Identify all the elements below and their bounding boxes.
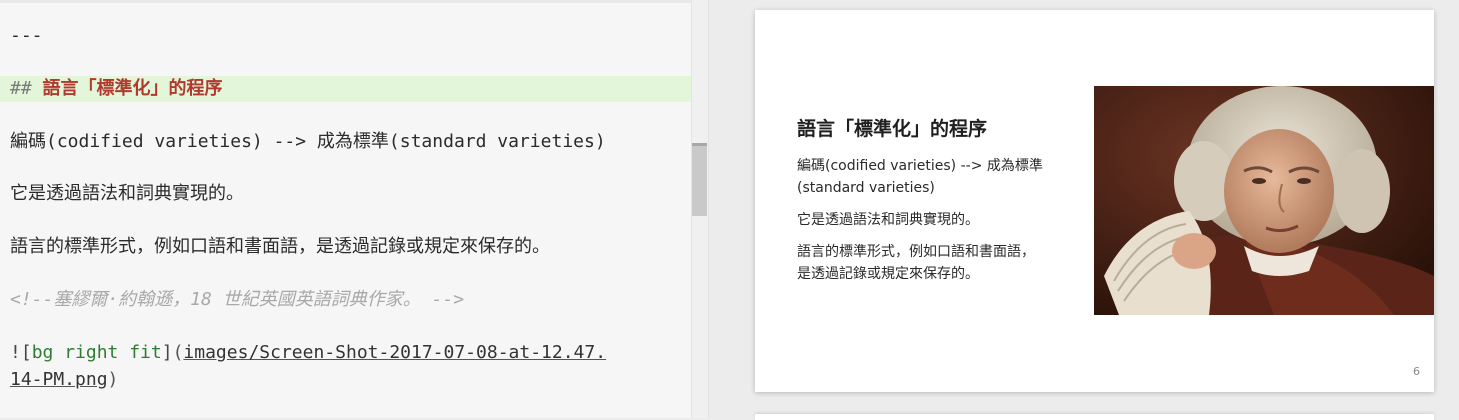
slide-title: 語言「標準化」的程序	[797, 118, 988, 140]
slide[interactable]: 語言「標準化」的程序 編碼(codified varieties) --> 成為…	[755, 10, 1434, 392]
image-url-part-1[interactable]: images/Screen-Shot-2017-07-08-at-12.47.	[183, 342, 606, 363]
editor-scrollbar-thumb[interactable]	[692, 143, 707, 216]
image-bang: !	[10, 342, 21, 363]
editor-line-comment[interactable]: <!--塞繆爾·約翰遜，18 世紀英國英語詞典作家。 -->	[10, 287, 464, 313]
editor-line-image-wrap[interactable]: 14-PM.png)	[10, 367, 118, 393]
forms-text: 語言的標準形式，例如口語和書面語，是透過記錄或規定來保存的。	[10, 236, 550, 257]
heading-text: 語言「標準化」的程序	[42, 78, 223, 99]
next-slide-edge	[755, 414, 1434, 420]
comment-text: <!--塞繆爾·約翰遜，18 世紀英國英語詞典作家。 -->	[10, 289, 465, 310]
slide-background-image	[1094, 86, 1434, 315]
slide-paragraph-codified: 編碼(codified varieties) --> 成為標準 (standar…	[797, 158, 1043, 196]
markdown-editor[interactable]: --- ## 語言「標準化」的程序 編碼(codified varieties)…	[0, 0, 709, 418]
slide-paragraph-forms: 語言的標準形式，例如口語和書面語，是透過記錄或規定來保存的。	[797, 244, 1035, 282]
image-alt-close: ]	[161, 342, 173, 363]
image-paren-close: )	[107, 369, 119, 390]
editor-line-grammar[interactable]: 它是透過語法和詞典實現的。	[10, 181, 244, 207]
grammar-text: 它是透過語法和詞典實現的。	[10, 183, 244, 204]
slide-page-number: 6	[1413, 365, 1420, 378]
editor-line-image[interactable]: ![bg right fit](images/Screen-Shot-2017-…	[10, 340, 606, 366]
slide-paragraph-grammar: 它是透過語法和詞典實現的。	[797, 212, 979, 228]
image-alt-text: bg right fit	[31, 342, 162, 363]
image-url-part-2[interactable]: 14-PM.png	[10, 369, 108, 390]
image-paren-open: (	[172, 342, 184, 363]
portrait-image	[1094, 86, 1434, 315]
image-alt-open: [	[20, 342, 32, 363]
editor-top-border	[0, 0, 708, 3]
codified-text: 編碼(codified varieties) --> 成為標準(standard…	[10, 131, 606, 152]
editor-line-codified[interactable]: 編碼(codified varieties) --> 成為標準(standard…	[10, 129, 606, 155]
editor-line-heading[interactable]: ## 語言「標準化」的程序	[10, 76, 223, 102]
editor-line-forms[interactable]: 語言的標準形式，例如口語和書面語，是透過記錄或規定來保存的。	[10, 234, 550, 260]
separator-text: ---	[10, 25, 43, 46]
slide-preview-pane[interactable]: 語言「標準化」的程序 編碼(codified varieties) --> 成為…	[709, 0, 1459, 420]
heading-marker: ##	[10, 78, 32, 99]
editor-line-separator[interactable]: ---	[10, 23, 43, 49]
